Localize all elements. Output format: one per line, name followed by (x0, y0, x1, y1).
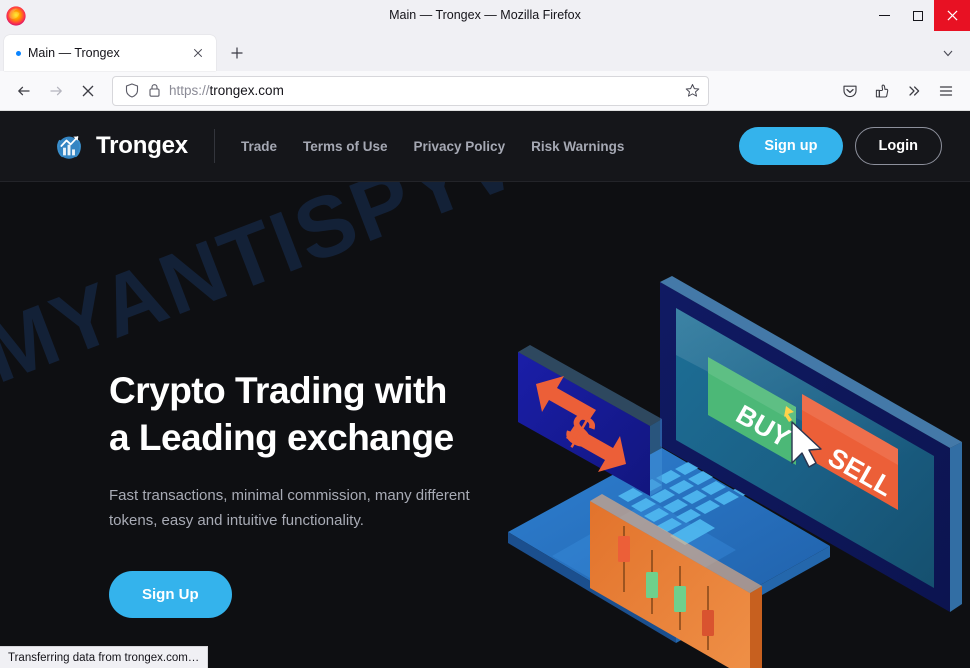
tab-close-button[interactable] (188, 43, 208, 63)
lock-icon[interactable] (143, 80, 165, 102)
candle-green-2 (674, 586, 686, 612)
site-header: Trongex Trade Terms of Use Privacy Polic… (0, 111, 970, 182)
arrow-left-icon (18, 86, 30, 95)
hero-copy: Crypto Trading with a Leading exchange F… (109, 367, 529, 618)
window-controls (868, 0, 970, 31)
padlock-glyph (148, 84, 160, 97)
brand-name: Trongex (96, 132, 188, 159)
share-icon[interactable] (866, 76, 898, 106)
firefox-window: Main — Trongex — Mozilla Firefox Main — … (0, 0, 970, 668)
url-text[interactable]: https://trongex.com (165, 83, 680, 98)
hero-signup-button[interactable]: Sign Up (109, 571, 232, 618)
hero-section: Crypto Trading with a Leading exchange F… (0, 182, 970, 668)
nav-link-trade[interactable]: Trade (241, 139, 277, 154)
brand-logo[interactable]: Trongex (52, 129, 188, 163)
exchange-card: $ (518, 345, 662, 496)
url-scheme: https:// (169, 83, 210, 98)
close-button[interactable] (934, 0, 970, 31)
tab-list-dropdown-button[interactable] (934, 39, 962, 67)
stop-loading-button[interactable] (72, 76, 104, 106)
hero-subtitle: Fast transactions, minimal commission, m… (109, 487, 470, 529)
header-divider (213, 129, 215, 163)
web-content: MYANTISPYWARE.COM Trongex Trade Terms of… (0, 111, 970, 668)
candle-red-1 (618, 536, 630, 562)
title-bar: Main — Trongex — Mozilla Firefox (0, 0, 970, 31)
close-icon (946, 10, 958, 21)
pocket-glyph (843, 85, 857, 97)
pocket-icon[interactable] (834, 76, 866, 106)
hamburger-glyph (939, 85, 953, 96)
nav-link-terms-of-use[interactable]: Terms of Use (303, 139, 388, 154)
share-glyph (875, 84, 889, 98)
hero-heading-line-1: Crypto Trading with (109, 370, 447, 411)
shield-glyph (125, 83, 139, 98)
page-title: Crypto Trading with a Leading exchange (109, 367, 529, 461)
site-navigation: Trade Terms of Use Privacy Policy Risk W… (241, 139, 624, 154)
tab-loading-indicator (16, 50, 21, 56)
trading-illustration: BUY SELL $ (508, 276, 962, 668)
forward-button[interactable] (40, 76, 72, 106)
overflow-icon[interactable] (898, 76, 930, 106)
nav-link-privacy-policy[interactable]: Privacy Policy (414, 139, 506, 154)
star-glyph (685, 84, 699, 97)
plus-icon (231, 47, 243, 59)
login-button[interactable]: Login (854, 127, 942, 165)
signup-button[interactable]: Sign up (739, 127, 843, 165)
firefox-logo-icon (6, 5, 26, 26)
status-bar: Transferring data from trongex.com… (0, 646, 209, 668)
trongex-chart-logo-icon (57, 136, 81, 159)
hero-heading-line-2: a Leading exchange (109, 417, 454, 458)
navigation-toolbar: https://trongex.com (0, 71, 970, 111)
new-tab-button[interactable] (222, 38, 252, 68)
browser-tab[interactable]: Main — Trongex (4, 35, 216, 71)
candle-green-1 (646, 572, 658, 598)
header-actions: Sign up Login (739, 127, 942, 165)
candle-red-2 (702, 610, 714, 636)
close-icon (82, 85, 94, 96)
bookmark-star-icon[interactable] (680, 79, 704, 103)
close-icon (193, 48, 203, 58)
arrow-right-icon (50, 86, 62, 95)
tab-title: Main — Trongex (28, 46, 120, 60)
url-host: trongex.com (209, 83, 284, 98)
url-bar[interactable]: https://trongex.com (112, 75, 709, 106)
nav-link-risk-warnings[interactable]: Risk Warnings (531, 139, 624, 154)
tab-bar: Main — Trongex (0, 31, 970, 71)
minimize-button[interactable] (868, 0, 901, 31)
maximize-button[interactable] (901, 0, 934, 31)
window-title: Main — Trongex — Mozilla Firefox (389, 8, 581, 22)
menu-icon[interactable] (930, 76, 962, 106)
back-button[interactable] (8, 76, 40, 106)
chevron-down-icon (943, 50, 953, 57)
shield-icon[interactable] (121, 80, 143, 102)
toolbar-icon-group (834, 76, 962, 106)
chevron-double-right-icon (909, 85, 920, 96)
